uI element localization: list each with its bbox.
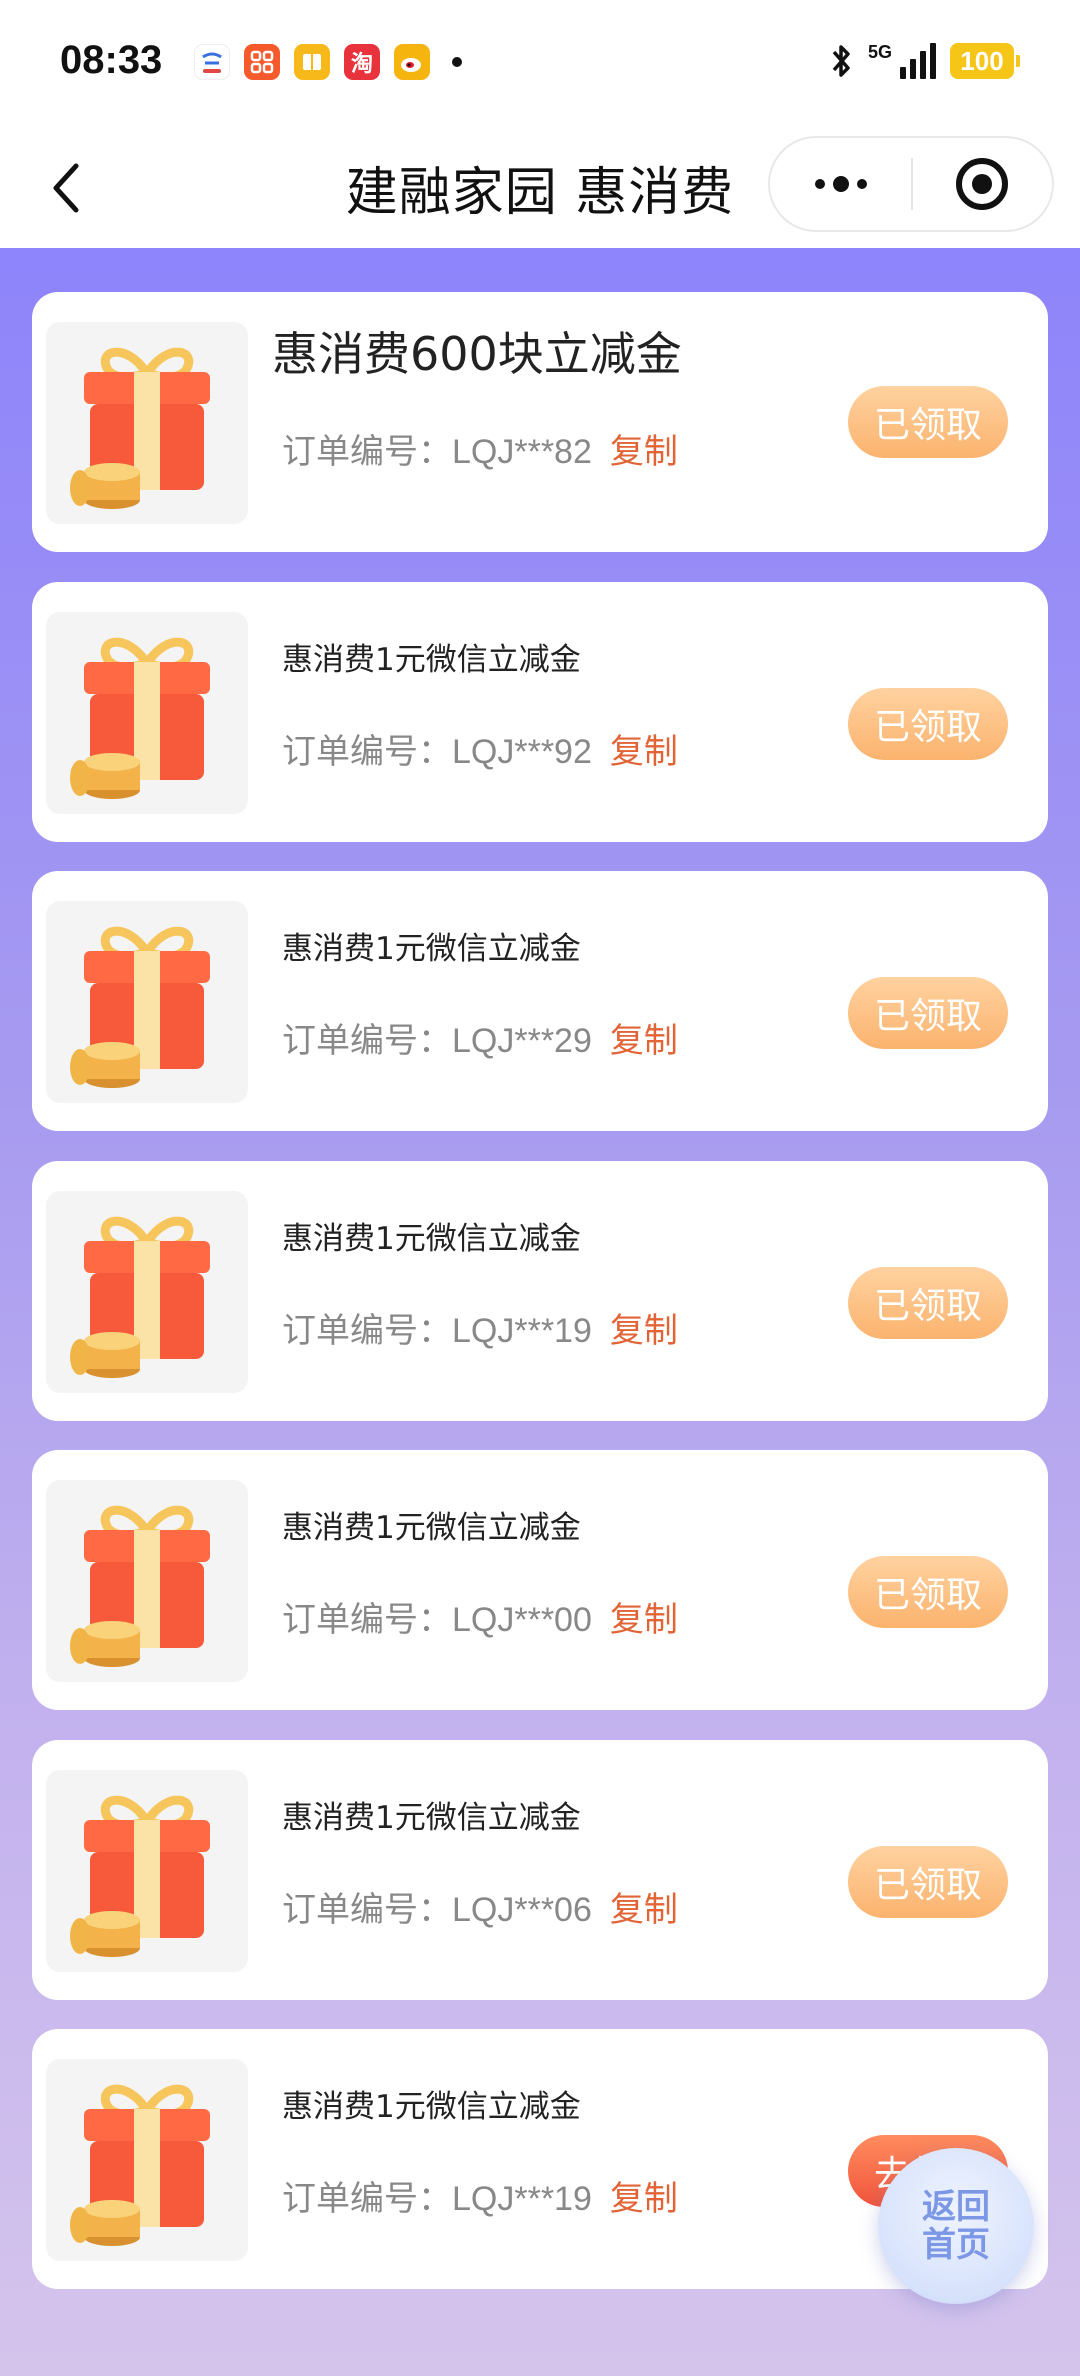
- order-label: 订单编号：: [282, 1890, 452, 1930]
- coupon-title: 惠消费1元微信立减金: [282, 1510, 581, 1546]
- more-menu-button[interactable]: [770, 138, 911, 230]
- taobao-icon: 淘: [344, 44, 380, 80]
- copy-link[interactable]: 复制: [610, 2171, 678, 2220]
- nav-bar: 建融家园 惠消费: [0, 128, 1080, 248]
- gift-box-icon: [70, 637, 210, 799]
- order-number: LQJ***82: [452, 433, 592, 471]
- coupon-title: 惠消费1元微信立减金: [282, 1800, 581, 1836]
- app-icon-2: [244, 44, 280, 80]
- order-label: 订单编号：: [282, 1311, 452, 1351]
- gift-box-icon: [70, 926, 210, 1088]
- claimed-button[interactable]: 已领取: [848, 977, 1008, 1049]
- order-number: LQJ***92: [452, 733, 592, 771]
- list-item: 惠消费1元微信立减金 订单编号： LQJ***19 复制 已领取: [32, 1161, 1048, 1421]
- copy-link[interactable]: 复制: [610, 424, 678, 473]
- signal-icon: [900, 43, 936, 79]
- status-right: 5G 100: [830, 42, 1020, 80]
- order-number: LQJ***19: [452, 2180, 592, 2218]
- order-label: 订单编号：: [282, 2179, 452, 2219]
- close-miniprogram-button[interactable]: [913, 138, 1052, 230]
- list-item: 惠消费1元微信立减金 订单编号： LQJ***00 复制 已领取: [32, 1450, 1048, 1710]
- order-line: 订单编号： LQJ***00 复制: [282, 1592, 678, 1641]
- copy-link[interactable]: 复制: [610, 1303, 678, 1352]
- copy-link[interactable]: 复制: [610, 1013, 678, 1062]
- order-label: 订单编号：: [282, 732, 452, 772]
- order-label: 订单编号：: [282, 432, 452, 472]
- claimed-button[interactable]: 已领取: [848, 1846, 1008, 1918]
- gift-box-icon: [70, 1216, 210, 1378]
- order-label: 订单编号：: [282, 1021, 452, 1061]
- gift-thumbnail: [46, 1191, 248, 1393]
- gift-thumbnail: [46, 612, 248, 814]
- order-line: 订单编号： LQJ***92 复制: [282, 724, 678, 773]
- order-line: 订单编号： LQJ***19 复制: [282, 2171, 678, 2220]
- copy-link[interactable]: 复制: [610, 724, 678, 773]
- order-number: LQJ***06: [452, 1891, 592, 1929]
- order-line: 订单编号： LQJ***82 复制: [282, 424, 678, 473]
- back-to-home-button[interactable]: 返回首页: [878, 2148, 1034, 2304]
- copy-link[interactable]: 复制: [610, 1592, 678, 1641]
- coupon-title: 惠消费1元微信立减金: [282, 931, 581, 967]
- gift-thumbnail: [46, 322, 248, 524]
- battery-icon: 100: [950, 43, 1020, 79]
- list-item: 惠消费1元微信立减金 订单编号： LQJ***92 复制 已领取: [32, 582, 1048, 842]
- gift-box-icon: [70, 1795, 210, 1957]
- copy-link[interactable]: 复制: [610, 1882, 678, 1931]
- more-notifications-dot: [452, 57, 462, 67]
- order-number: LQJ***00: [452, 1601, 592, 1639]
- list-item: 惠消费1元微信立减金 订单编号： LQJ***29 复制 已领取: [32, 871, 1048, 1131]
- coupon-title: 惠消费600块立减金: [272, 327, 682, 381]
- claimed-button[interactable]: 已领取: [848, 386, 1008, 458]
- status-bar: 08:33 淘 5G 100: [0, 0, 1080, 128]
- network-label: 5G: [867, 42, 892, 62]
- list-item: 惠消费600块立减金 订单编号： LQJ***82 复制 已领取: [32, 292, 1048, 552]
- list-item: 惠消费1元微信立减金 订单编号： LQJ***06 复制 已领取: [32, 1740, 1048, 2000]
- bluetooth-icon: [832, 45, 850, 77]
- notification-icons: 淘: [194, 44, 462, 80]
- gift-thumbnail: [46, 1770, 248, 1972]
- gift-box-icon: [70, 347, 210, 509]
- order-line: 订单编号： LQJ***06 复制: [282, 1882, 678, 1931]
- app-icon-1: [194, 44, 230, 80]
- gift-thumbnail: [46, 1480, 248, 1682]
- order-line: 订单编号： LQJ***29 复制: [282, 1013, 678, 1062]
- gift-thumbnail: [46, 2059, 248, 2261]
- order-label: 订单编号：: [282, 1600, 452, 1640]
- gift-box-icon: [70, 2084, 210, 2246]
- order-line: 订单编号： LQJ***19 复制: [282, 1303, 678, 1352]
- coupon-list: 惠消费600块立减金 订单编号： LQJ***82 复制 已领取 惠消费1元微信…: [0, 248, 1080, 2376]
- order-number: LQJ***29: [452, 1022, 592, 1060]
- status-time: 08:33: [60, 38, 163, 82]
- claimed-button[interactable]: 已领取: [848, 688, 1008, 760]
- coupon-title: 惠消费1元微信立减金: [282, 642, 581, 678]
- coupon-title: 惠消费1元微信立减金: [282, 2089, 581, 2125]
- miniprogram-capsule: [768, 136, 1054, 232]
- gift-thumbnail: [46, 901, 248, 1103]
- target-icon: [956, 158, 1009, 210]
- coupon-title: 惠消费1元微信立减金: [282, 1221, 581, 1257]
- home-button-label: 返回首页: [922, 2187, 990, 2265]
- claimed-button[interactable]: 已领取: [848, 1556, 1008, 1628]
- app-icon-3: [294, 44, 330, 80]
- gift-box-icon: [70, 1505, 210, 1667]
- order-number: LQJ***19: [452, 1312, 592, 1350]
- claimed-button[interactable]: 已领取: [848, 1267, 1008, 1339]
- weibo-icon: [394, 44, 430, 80]
